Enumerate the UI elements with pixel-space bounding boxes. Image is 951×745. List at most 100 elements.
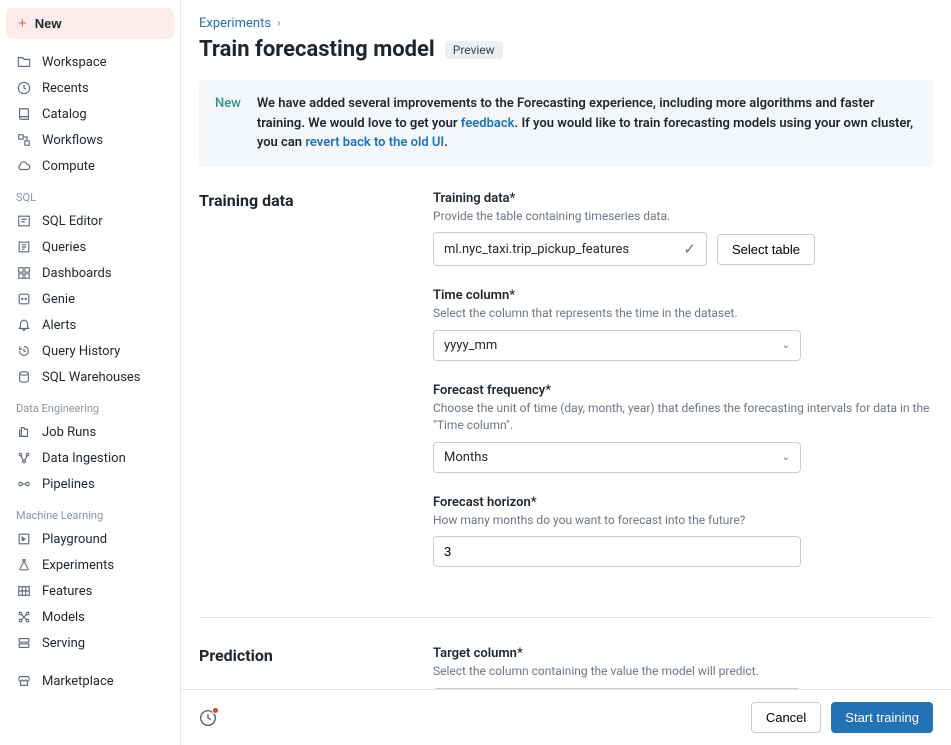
sidebar-label: Experiments	[42, 558, 114, 573]
new-button-label: New	[35, 16, 62, 31]
section-de: Data Engineering	[6, 390, 174, 419]
serving-icon	[16, 635, 32, 651]
start-training-button[interactable]: Start training	[831, 702, 933, 733]
history-icon	[16, 343, 32, 359]
notice-new-label: New	[215, 94, 241, 153]
feedback-link[interactable]: feedback	[461, 116, 515, 131]
genie-icon	[16, 291, 32, 307]
preview-badge: Preview	[445, 41, 503, 59]
sidebar-item-queries[interactable]: Queries	[6, 234, 174, 260]
sidebar-label: Features	[42, 584, 92, 599]
select-table-button[interactable]: Select table	[717, 234, 815, 265]
section-sql: SQL	[6, 179, 174, 208]
models-icon	[16, 609, 32, 625]
sidebar-item-query-history[interactable]: Query History	[6, 338, 174, 364]
training-data-input[interactable]: ml.nyc_taxi.trip_pickup_features ✓	[433, 232, 707, 266]
section-ml: Machine Learning	[6, 497, 174, 526]
sidebar-label: Queries	[42, 240, 86, 255]
sidebar-label: Job Runs	[42, 425, 96, 440]
folder-icon	[16, 54, 32, 70]
sidebar-item-recents[interactable]: Recents	[6, 75, 174, 101]
sidebar-item-models[interactable]: Models	[6, 604, 174, 630]
field-desc: Provide the table containing timeseries …	[433, 208, 933, 225]
field-desc: Select the column containing the value t…	[433, 663, 933, 680]
section-title-training-data: Training data	[199, 191, 433, 590]
field-forecast-horizon: Forecast horizon* How many months do you…	[433, 495, 933, 568]
sidebar-label: SQL Editor	[42, 214, 103, 229]
warehouse-icon	[16, 369, 32, 385]
page-title: Train forecasting model	[199, 37, 435, 62]
sidebar-item-serving[interactable]: Serving	[6, 630, 174, 656]
sidebar-label: Alerts	[42, 318, 76, 333]
sidebar-item-compute[interactable]: Compute	[6, 153, 174, 179]
sidebar-label: Serving	[42, 636, 85, 651]
sidebar-item-catalog[interactable]: Catalog	[6, 101, 174, 127]
field-desc: Choose the unit of time (day, month, yea…	[433, 400, 933, 434]
cloud-icon	[16, 158, 32, 174]
notice-banner: New We have added several improvements t…	[199, 80, 933, 167]
sidebar-item-experiments[interactable]: Experiments	[6, 552, 174, 578]
sidebar-item-playground[interactable]: Playground	[6, 526, 174, 552]
breadcrumb: Experiments ›	[199, 16, 933, 31]
section-title-prediction: Prediction	[199, 646, 433, 689]
sidebar-label: Pipelines	[42, 477, 95, 492]
sidebar-label: Recents	[42, 81, 89, 96]
sidebar-item-data-ingestion[interactable]: Data Ingestion	[6, 445, 174, 471]
notification-dot	[212, 707, 219, 714]
pipeline-icon	[16, 476, 32, 492]
field-time-column: Time column* Select the column that repr…	[433, 288, 933, 361]
sidebar-label: Playground	[42, 532, 107, 547]
plus-icon: +	[18, 16, 27, 31]
queries-icon	[16, 239, 32, 255]
sidebar-item-marketplace[interactable]: Marketplace	[6, 668, 174, 694]
field-label: Target column*	[433, 646, 933, 661]
chevron-right-icon: ›	[277, 16, 281, 31]
sidebar-label: Catalog	[42, 107, 87, 122]
chevron-down-icon: ⌄	[782, 340, 790, 351]
field-label: Forecast frequency*	[433, 383, 933, 398]
main: Experiments › Train forecasting model Pr…	[180, 0, 951, 745]
clock-icon	[16, 80, 32, 96]
sidebar-item-dashboards[interactable]: Dashboards	[6, 260, 174, 286]
sidebar-item-sql-warehouses[interactable]: SQL Warehouses	[6, 364, 174, 390]
time-column-select[interactable]: yyyy_mm ⌄	[433, 330, 801, 361]
sidebar-item-alerts[interactable]: Alerts	[6, 312, 174, 338]
sidebar-label: Compute	[42, 159, 95, 174]
sidebar-item-pipelines[interactable]: Pipelines	[6, 471, 174, 497]
alert-icon	[16, 317, 32, 333]
sidebar-item-genie[interactable]: Genie	[6, 286, 174, 312]
sidebar-label: Models	[42, 610, 85, 625]
frequency-select[interactable]: Months ⌄	[433, 442, 801, 473]
input-value: ml.nyc_taxi.trip_pickup_features	[444, 242, 629, 257]
divider	[199, 617, 933, 618]
revert-link[interactable]: revert back to the old UI	[305, 135, 444, 150]
field-target-column: Target column* Select the column contain…	[433, 646, 933, 689]
breadcrumb-experiments[interactable]: Experiments	[199, 16, 271, 31]
content: Experiments › Train forecasting model Pr…	[181, 0, 951, 689]
jobruns-icon	[16, 424, 32, 440]
select-value: yyyy_mm	[444, 338, 497, 353]
sidebar-item-workspace[interactable]: Workspace	[6, 49, 174, 75]
sidebar-item-sql-editor[interactable]: SQL Editor	[6, 208, 174, 234]
notice-body: We have added several improvements to th…	[257, 94, 917, 153]
ingestion-icon	[16, 450, 32, 466]
cancel-button[interactable]: Cancel	[751, 702, 821, 733]
sidebar-label: Dashboards	[42, 266, 112, 281]
sidebar-item-job-runs[interactable]: Job Runs	[6, 419, 174, 445]
section-prediction: Prediction Target column* Select the col…	[199, 646, 933, 689]
horizon-input[interactable]	[433, 536, 801, 567]
field-desc: Select the column that represents the ti…	[433, 305, 933, 322]
footer: Cancel Start training	[181, 689, 951, 745]
sidebar-label: Data Ingestion	[42, 451, 126, 466]
dashboard-icon	[16, 265, 32, 281]
sidebar-label: Query History	[42, 344, 120, 359]
sidebar-item-features[interactable]: Features	[6, 578, 174, 604]
new-button[interactable]: + New	[6, 8, 174, 39]
playground-icon	[16, 531, 32, 547]
sidebar-item-workflows[interactable]: Workflows	[6, 127, 174, 153]
sidebar-label: Workflows	[42, 133, 103, 148]
field-label: Training data*	[433, 191, 933, 206]
footer-clock[interactable]	[199, 709, 217, 727]
features-icon	[16, 583, 32, 599]
sidebar-label: Workspace	[42, 55, 107, 70]
